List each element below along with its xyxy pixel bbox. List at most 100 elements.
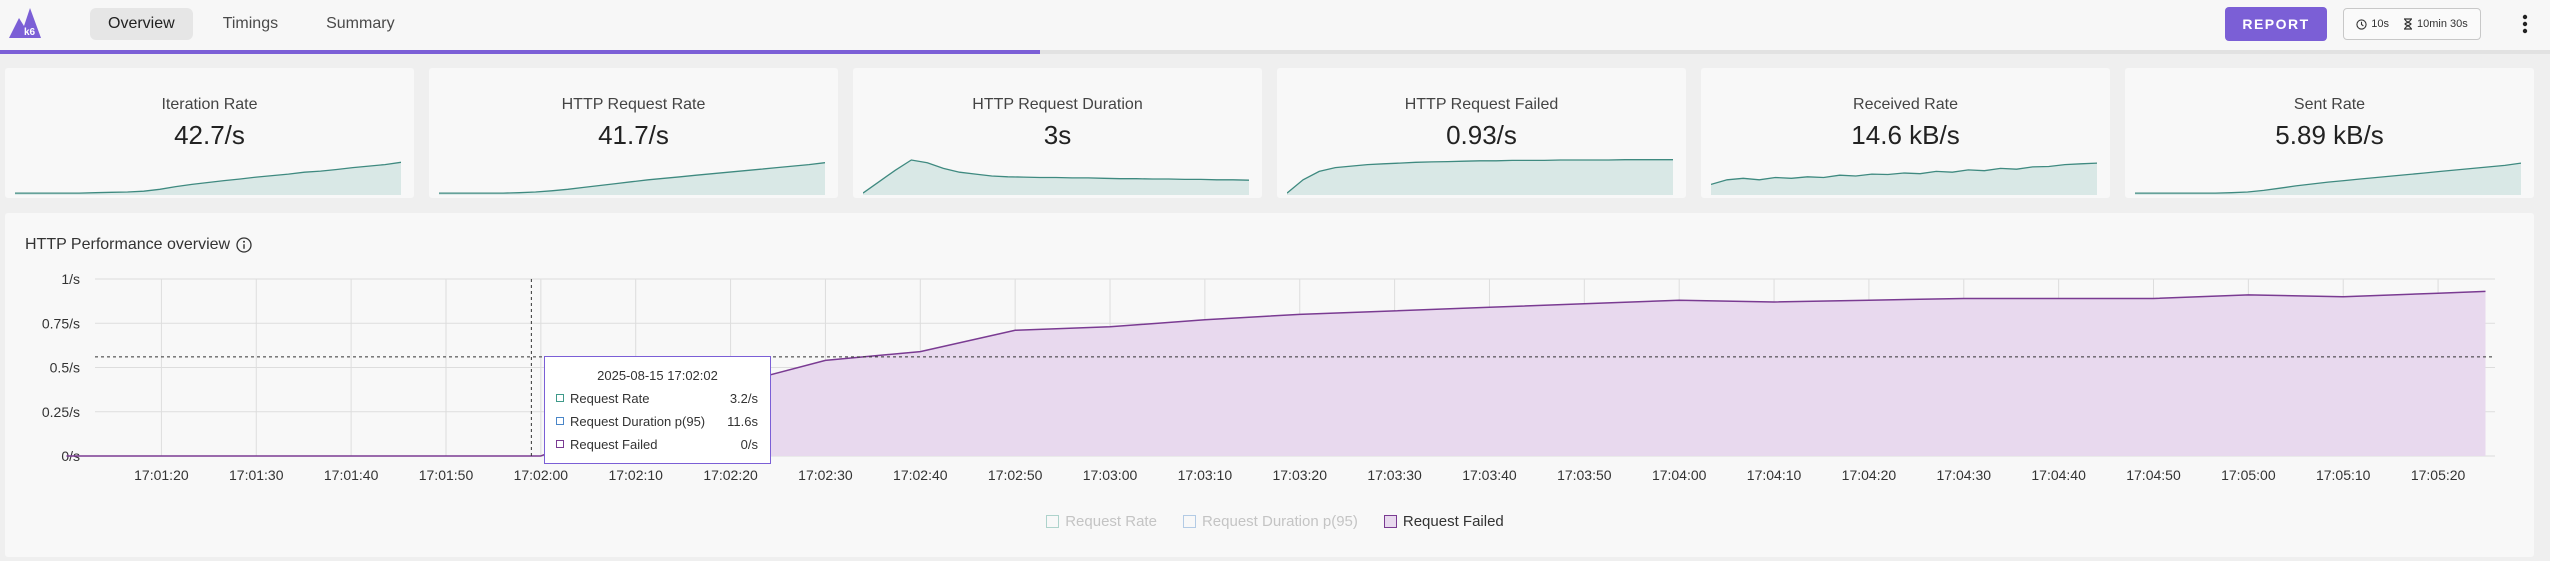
x-tick-label: 17:03:50	[1557, 467, 1612, 483]
metric-title: HTTP Request Duration	[972, 96, 1143, 113]
sparkline	[439, 162, 825, 195]
chart-tooltip: 2025-08-15 17:02:02 Request Rate 3.2/s R…	[544, 356, 771, 464]
http-performance-panel: 0/s 0.25/s 0.5/s 0.75/s 1/s 17:01:20 17:01:30 1…	[5, 213, 2534, 557]
metric-value: 5.89 kB/s	[2275, 120, 2384, 150]
x-tick-label: 17:03:10	[1178, 467, 1233, 483]
metric-value: 14.6 kB/s	[1851, 120, 1960, 150]
x-tick-label: 17:04:20	[1842, 467, 1897, 483]
metric-value: 3s	[1043, 120, 1072, 150]
duration-value: 10min 30s	[2416, 18, 2468, 30]
tooltip-label: Request Rate	[570, 390, 650, 406]
metric-value: 42.7/s	[174, 120, 245, 150]
clock-icon	[2356, 18, 2367, 30]
http-performance-chart[interactable]: 0/s 0.25/s 0.5/s 0.75/s 1/s 17:01:20 17:01:30 1…	[5, 213, 2534, 557]
metric-card: HTTP Request Failed 0.93/s	[1277, 68, 1686, 198]
k6-logo[interactable]: k6	[8, 6, 42, 40]
hourglass-icon	[2403, 18, 2412, 30]
test-progress-bar	[0, 50, 2550, 54]
legend-swatch	[1383, 515, 1397, 528]
metric-value: 41.7/s	[598, 120, 669, 150]
chart-legend: Request Rate Request Duration p(95) Requ…	[0, 513, 2550, 530]
sparkline	[863, 159, 1249, 195]
swatch-request-duration	[556, 417, 564, 425]
metric-card: Iteration Rate 42.7/s	[5, 68, 414, 198]
metric-card: Received Rate 14.6 kB/s	[1701, 68, 2110, 198]
x-tick-label: 17:05:10	[2316, 467, 2371, 483]
sparkline	[2135, 162, 2521, 195]
x-tick-label: 17:03:40	[1462, 467, 1517, 483]
x-tick-label: 17:04:00	[1652, 467, 1707, 483]
report-button[interactable]: REPORT	[2225, 7, 2327, 41]
time-info: 10s 10min 30s	[2343, 8, 2481, 40]
sparkline-area	[1287, 159, 1673, 195]
panel-title: HTTP Performance overview	[25, 236, 252, 254]
metric-card: Sent Rate 5.89 kB/s	[2125, 68, 2534, 198]
tab-summary[interactable]: Summary	[308, 8, 412, 40]
tooltip-value: 11.6s	[727, 413, 758, 429]
legend-swatch	[1182, 515, 1196, 528]
metric-title: Sent Rate	[2293, 96, 2366, 113]
top-bar: k6 Overview Timings Summary REPORT 10s 1…	[0, 0, 2550, 50]
sparkline-area	[439, 162, 825, 195]
x-tick-label: 17:05:00	[2221, 467, 2276, 483]
more-vertical-icon	[2522, 14, 2528, 34]
more-menu-button[interactable]	[2510, 8, 2540, 40]
y-tick-label: 0.75/s	[42, 315, 80, 331]
x-tick-label: 17:01:30	[229, 467, 284, 483]
x-tick-label: 17:02:00	[514, 467, 569, 483]
x-tick-label: 17:02:40	[893, 467, 948, 483]
legend-label: Request Failed	[1402, 513, 1504, 530]
x-tick-label: 17:01:20	[134, 467, 189, 483]
metric-title: HTTP Request Rate	[561, 96, 706, 113]
sparkline	[1711, 162, 2097, 195]
metric-value: 0.93/s	[1446, 120, 1517, 150]
sparkline	[1287, 159, 1673, 195]
x-tick-label: 17:02:50	[988, 467, 1043, 483]
tooltip-label: Request Failed	[570, 436, 658, 452]
legend-request-duration[interactable]: Request Duration p(95)	[1182, 513, 1358, 530]
tooltip-label: Request Duration p(95)	[570, 413, 706, 429]
sparkline-area	[2135, 163, 2521, 195]
metric-title: Received Rate	[1853, 96, 1958, 113]
tooltip-value: 3.2/s	[729, 390, 758, 406]
x-tick-label: 17:01:50	[419, 467, 474, 483]
period-value: 10s	[2371, 18, 2389, 30]
sparkline	[15, 161, 401, 195]
legend-swatch	[1046, 515, 1060, 528]
tab-overview[interactable]: Overview	[90, 8, 193, 40]
info-icon[interactable]	[236, 237, 252, 253]
x-tick-label: 17:02:10	[608, 467, 663, 483]
logo-text: k6	[24, 27, 36, 38]
panel-title-text: HTTP Performance overview	[25, 236, 231, 253]
x-tick-label: 17:04:10	[1747, 467, 1802, 483]
x-tick-label: 17:04:30	[1937, 467, 1992, 483]
x-tick-label: 17:03:00	[1083, 467, 1138, 483]
y-tick-label: 0.5/s	[50, 360, 80, 376]
x-tick-label: 17:05:20	[2411, 467, 2466, 483]
swatch-request-failed	[556, 440, 564, 448]
legend-label: Request Rate	[1065, 513, 1157, 530]
tab-timings[interactable]: Timings	[205, 8, 296, 40]
x-tick-label: 17:04:50	[2126, 467, 2181, 483]
sparkline-area	[15, 162, 401, 195]
tooltip-value: 0/s	[740, 436, 758, 452]
metric-title: Iteration Rate	[161, 96, 258, 113]
tooltip-row: Request Rate 3.2/s	[556, 389, 758, 407]
tooltip-row: Request Failed 0/s	[556, 435, 758, 453]
test-progress-fill	[0, 50, 1041, 54]
legend-label: Request Duration p(95)	[1201, 513, 1358, 530]
tooltip-timestamp: 2025-08-15 17:02:02	[597, 368, 718, 383]
nav-tabs: Overview Timings Summary	[90, 8, 413, 40]
metric-card: HTTP Request Duration 3s	[853, 68, 1262, 198]
x-tick-label: 17:02:20	[703, 467, 758, 483]
metric-title: HTTP Request Failed	[1404, 96, 1559, 113]
x-tick-label: 17:02:30	[798, 467, 853, 483]
tooltip-row: Request Duration p(95) 11.6s	[556, 412, 758, 430]
x-tick-label: 17:01:40	[324, 467, 379, 483]
metric-card: HTTP Request Rate 41.7/s	[429, 68, 838, 198]
swatch-request-rate	[556, 394, 564, 402]
legend-request-rate[interactable]: Request Rate	[1046, 513, 1157, 530]
x-tick-label: 17:03:20	[1272, 467, 1327, 483]
x-tick-label: 17:04:40	[2031, 467, 2086, 483]
legend-request-failed[interactable]: Request Failed	[1383, 513, 1504, 530]
